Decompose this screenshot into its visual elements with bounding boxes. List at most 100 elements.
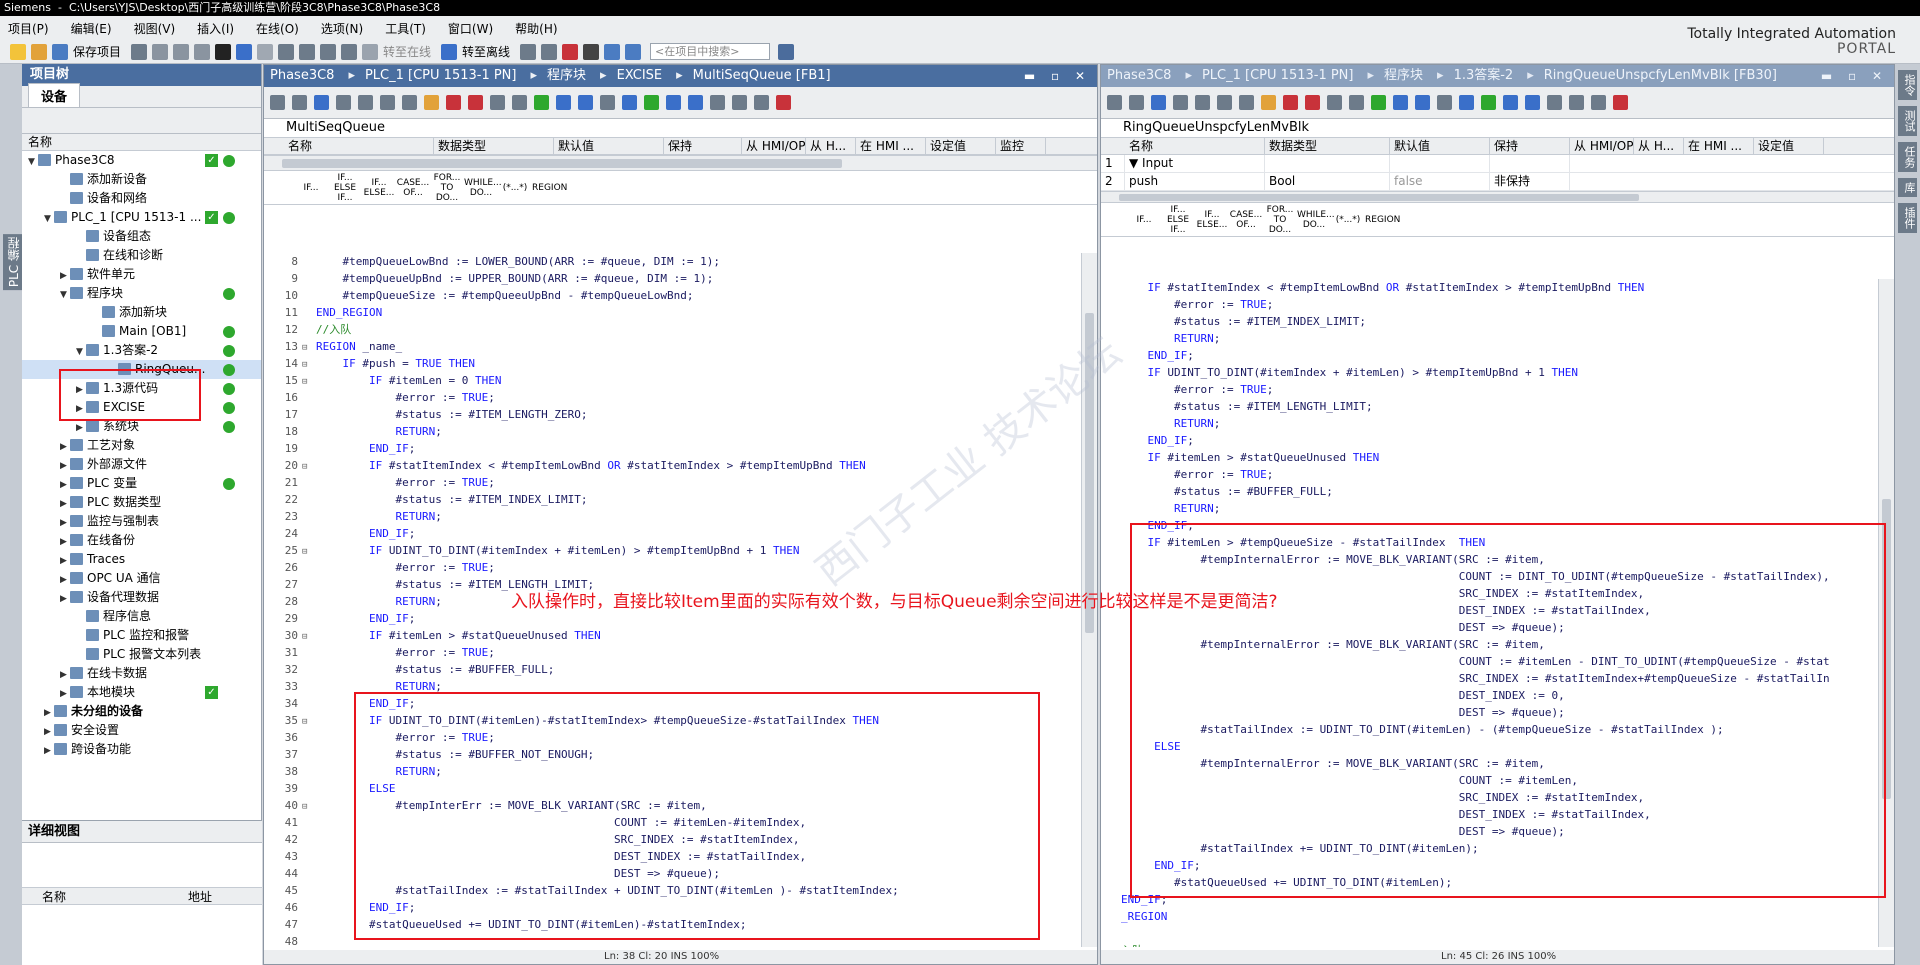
scl-template-button[interactable]: (*...*) xyxy=(1331,215,1365,225)
interface-cell-keep[interactable]: 非保持 xyxy=(1490,173,1570,190)
tree-item[interactable]: ▼ Phase3C8 ✓ xyxy=(22,151,261,170)
scl-template-button[interactable]: IF... xyxy=(294,183,328,193)
editor-tool-icon[interactable] xyxy=(688,95,703,110)
interface-cell-keep[interactable] xyxy=(1490,155,1570,172)
scl-template-button[interactable]: IF... ELSE IF... xyxy=(1161,205,1195,235)
editor-tool-icon[interactable] xyxy=(754,95,769,110)
editor-tool-icon[interactable] xyxy=(1569,95,1584,110)
editor-tool-icon[interactable] xyxy=(710,95,725,110)
scl-template-button[interactable]: IF... ELSE... xyxy=(362,178,396,198)
undo-icon[interactable] xyxy=(236,43,253,60)
editor-tool-icon[interactable] xyxy=(358,95,373,110)
editor-tool-icon[interactable] xyxy=(1217,95,1232,110)
editor-tool-icon[interactable] xyxy=(644,95,659,110)
scl-template-button[interactable]: CASE... OF... xyxy=(1229,210,1263,230)
tree-item[interactable]: Main [OB1] xyxy=(22,322,261,341)
interface-column-header[interactable]: 默认值 xyxy=(1390,138,1490,154)
breadcrumb-item[interactable]: Phase3C8 xyxy=(1107,65,1171,87)
editor-tool-icon[interactable] xyxy=(1613,95,1628,110)
scl-template-button[interactable]: WHILE... DO... xyxy=(1297,210,1335,230)
interface-cell-name[interactable]: push xyxy=(1125,173,1265,190)
accessible-devices-icon[interactable] xyxy=(520,43,537,60)
tree-item[interactable]: 添加新块 xyxy=(22,303,261,322)
menu-item-2[interactable]: 视图(V) xyxy=(134,20,176,37)
interface-column-header[interactable]: 从 HMI/OPC... xyxy=(742,138,806,154)
tree-item[interactable]: ▶ 安全设置 xyxy=(22,721,261,740)
editor-tool-icon[interactable] xyxy=(732,95,747,110)
interface-column-header[interactable]: 设定值 xyxy=(926,138,996,154)
editor-tool-icon[interactable] xyxy=(578,95,593,110)
editor-tool-icon[interactable] xyxy=(1415,95,1430,110)
interface-row[interactable]: 1 ▼ Input xyxy=(1101,155,1894,173)
editor-tool-icon[interactable] xyxy=(1283,95,1298,110)
cross-reference-icon[interactable] xyxy=(583,43,600,60)
breadcrumb-item[interactable]: RingQueueUnspcfyLenMvBlk [FB30] xyxy=(1544,65,1777,87)
interface-cell-type[interactable] xyxy=(1265,155,1390,172)
tab-devices[interactable]: 设备 xyxy=(28,83,81,107)
editor-tool-icon[interactable] xyxy=(490,95,505,110)
go-offline-icon[interactable] xyxy=(441,43,458,60)
tree-item[interactable]: PLC 报警文本列表 xyxy=(22,645,261,664)
tree-item[interactable]: ▶ 在线卡数据 xyxy=(22,664,261,683)
menu-item-8[interactable]: 帮助(H) xyxy=(515,20,557,37)
editor-tool-icon[interactable] xyxy=(1503,95,1518,110)
interface-column-header[interactable]: 从 H... xyxy=(806,138,856,154)
tree-item[interactable]: ▶ 设备代理数据 xyxy=(22,588,261,607)
breadcrumb-item[interactable]: 1.3答案-2 xyxy=(1454,65,1514,87)
editor-tool-icon[interactable] xyxy=(314,95,329,110)
editor-tool-icon[interactable] xyxy=(1129,95,1144,110)
tree-item[interactable]: ▶ 软件单元 xyxy=(22,265,261,284)
editor-tool-icon[interactable] xyxy=(446,95,461,110)
start-cpu-icon[interactable] xyxy=(541,43,558,60)
editor-tool-icon[interactable] xyxy=(512,95,527,110)
save-icon[interactable] xyxy=(52,43,68,60)
editor2-window-buttons[interactable]: ▬ ▫ ✕ xyxy=(1821,65,1888,87)
tree-item[interactable]: ▶ 本地模块 ✓ xyxy=(22,683,261,702)
scl-template-button[interactable]: IF... ELSE... xyxy=(1195,210,1229,230)
tree-item[interactable]: 添加新设备 xyxy=(22,170,261,189)
detail-view-title[interactable]: 详细视图 xyxy=(22,821,262,843)
task-card-tab[interactable]: 测试 xyxy=(1898,106,1917,136)
tree-item[interactable]: ▶ 未分组的设备 xyxy=(22,702,261,721)
editor-tool-icon[interactable] xyxy=(1305,95,1320,110)
interface-cell-type[interactable]: Bool xyxy=(1265,173,1390,190)
editor-tool-icon[interactable] xyxy=(666,95,681,110)
scl-template-button[interactable]: (*...*) xyxy=(498,183,532,193)
paste-icon[interactable] xyxy=(194,43,211,60)
editor-tool-icon[interactable] xyxy=(1591,95,1606,110)
editor-tool-icon[interactable] xyxy=(776,95,791,110)
compile-icon[interactable] xyxy=(278,43,295,60)
menu-item-3[interactable]: 插入(I) xyxy=(197,20,234,37)
tree-item[interactable]: ▼ 1.3答案-2 xyxy=(22,341,261,360)
menu-item-0[interactable]: 项目(P) xyxy=(8,20,49,37)
editor1-window-buttons[interactable]: ▬ ▫ ✕ xyxy=(1024,65,1091,87)
tree-item[interactable]: ▼ PLC_1 [CPU 1513-1 ... ✓ xyxy=(22,208,261,227)
tree-item[interactable]: PLC 监控和报警 xyxy=(22,626,261,645)
editor-tool-icon[interactable] xyxy=(1437,95,1452,110)
breadcrumb-item[interactable]: PLC_1 [CPU 1513-1 PN] xyxy=(1202,65,1354,87)
redo-icon[interactable] xyxy=(257,43,274,60)
breadcrumb-item[interactable]: Phase3C8 xyxy=(270,65,334,87)
interface-column-header[interactable]: 保持 xyxy=(664,138,742,154)
task-card-tab[interactable]: 任务 xyxy=(1898,142,1917,172)
tree-item[interactable]: ▶ Traces xyxy=(22,550,261,569)
editor-tool-icon[interactable] xyxy=(600,95,615,110)
scl-template-button[interactable]: IF... ELSE IF... xyxy=(328,173,362,203)
scl-template-button[interactable]: WHILE... DO... xyxy=(464,178,502,198)
tree-item[interactable]: ▶ 外部源文件 xyxy=(22,455,261,474)
interface-column-header[interactable]: 在 HMI ... xyxy=(1684,138,1754,154)
project-search-input[interactable]: <在项目中搜索> xyxy=(650,43,771,60)
interface-column-header[interactable]: 从 H... xyxy=(1634,138,1684,154)
editor-tool-icon[interactable] xyxy=(1481,95,1496,110)
tree-item[interactable]: ▶ 在线备份 xyxy=(22,531,261,550)
task-card-tab[interactable]: 库 xyxy=(1898,178,1917,197)
scl-template-button[interactable]: REGION xyxy=(1365,215,1400,225)
search-icon[interactable] xyxy=(778,43,795,60)
editor-tool-icon[interactable] xyxy=(1107,95,1122,110)
editor-tool-icon[interactable] xyxy=(1261,95,1276,110)
editor-tool-icon[interactable] xyxy=(1327,95,1342,110)
breadcrumb-item[interactable]: PLC_1 [CPU 1513-1 PN] xyxy=(365,65,517,87)
scl-template-button[interactable]: FOR... TO DO... xyxy=(430,173,464,203)
interface-column-header[interactable]: 数据类型 xyxy=(1265,138,1390,154)
breadcrumb-item[interactable]: 程序块 xyxy=(1384,65,1423,87)
